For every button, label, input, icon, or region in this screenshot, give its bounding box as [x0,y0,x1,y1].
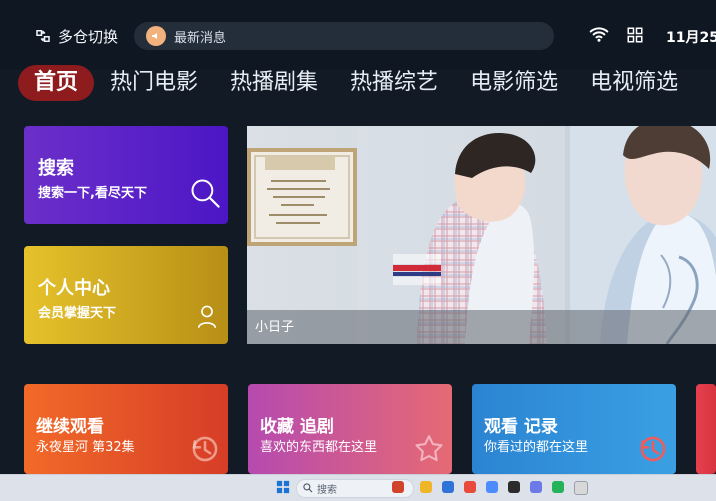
date-text: 11月25 [666,30,716,46]
app-icon-7[interactable] [530,481,542,493]
tab-hot-variety[interactable]: 热播综艺 [334,65,454,101]
favorites-card[interactable]: 收藏 追剧 喜欢的东西都在这里 [248,384,452,474]
continue-watching-card[interactable]: 继续观看 永夜星河 第32集 [24,384,228,474]
top-bar: 多仓切换 最新消息 11月25 [0,0,716,70]
profile-card[interactable]: 个人中心 会员掌握天下 [24,246,228,344]
taskbar: 搜索 [0,474,716,501]
main-navigation: 首页 热门电影 热播剧集 热播综艺 电影筛选 电视筛选 [18,64,694,102]
partial-card[interactable] [696,384,716,474]
tab-hot-series[interactable]: 热播剧集 [214,65,334,101]
banner-title: 小日子 [255,320,295,335]
taskbar-search-placeholder: 搜索 [317,485,337,496]
tab-home[interactable]: 首页 [18,65,95,101]
profile-card-title: 个人中心 [38,278,110,299]
warehouse-switch-label: 多仓切换 [58,27,119,46]
favorites-title: 收藏 追剧 [260,417,334,437]
app-icon-6[interactable] [508,481,520,493]
app-icon-3[interactable] [442,481,454,493]
watch-history-card[interactable]: 观看 记录 你看过的都在这里 [472,384,676,474]
wifi-icon [589,27,609,42]
tab-tv-filter[interactable]: 电视筛选 [574,65,694,101]
search-icon [191,179,220,208]
banner-caption-bar: 小日子 [247,310,716,344]
search-icon [303,483,313,493]
search-card[interactable]: 搜索 搜索一下,看尽天下 [24,126,228,224]
star-icon [415,435,443,462]
megaphone-icon [146,26,166,46]
windows-icon[interactable] [276,480,290,494]
warehouse-switch[interactable]: 多仓切换 [34,26,118,46]
app-icon-2[interactable] [420,481,432,493]
grid-icon[interactable] [626,26,644,44]
favorites-subtitle: 喜欢的东西都在这里 [260,440,378,455]
app-icon-8[interactable] [552,481,564,493]
app-icon-1[interactable] [392,481,404,493]
profile-card-subtitle: 会员掌握天下 [38,306,117,321]
watch-history-subtitle: 你看过的都在这里 [484,440,589,455]
continue-watching-subtitle: 永夜星河 第32集 [36,440,135,455]
app-icon-9[interactable] [574,481,588,495]
continue-watching-title: 继续观看 [36,417,104,437]
tab-hot-movies[interactable]: 热门电影 [94,65,214,101]
history-icon [640,436,666,462]
app-icon-5[interactable] [486,481,498,493]
user-icon [197,305,217,328]
switch-icon [36,30,50,42]
search-card-subtitle: 搜索一下,看尽天下 [38,186,147,201]
latest-message-label: 最新消息 [174,30,227,46]
app-icon-4[interactable] [464,481,476,493]
watch-history-title: 观看 记录 [484,417,558,437]
featured-banner[interactable]: 小日子 [247,126,716,344]
history-icon [192,436,218,462]
latest-message-bar[interactable]: 最新消息 [134,22,554,50]
search-card-title: 搜索 [38,158,74,179]
tab-movie-filter[interactable]: 电影筛选 [454,65,574,101]
